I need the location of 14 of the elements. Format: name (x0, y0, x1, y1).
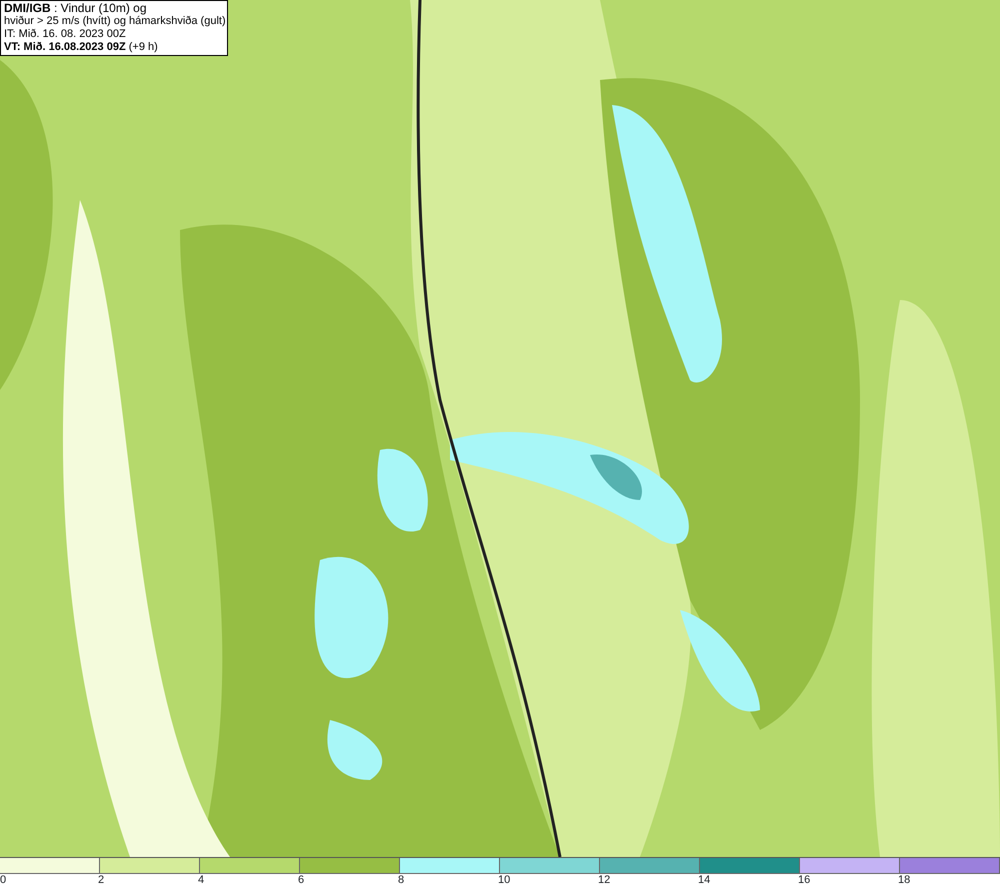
legend-label: 0 (0, 874, 6, 887)
title-line: IT: Mið. 16. 08. 2023 00Z (4, 28, 127, 41)
legend-label: 4 (198, 874, 204, 887)
legend-label: 2 (98, 874, 104, 887)
legend-label: 18 (898, 874, 910, 887)
title-line: VT: Mið. 16.08.2023 09Z (+9 h) (4, 41, 159, 54)
title-line: DMI/IGB : Vindur (10m) og (4, 2, 148, 15)
legend-label: 6 (298, 874, 304, 887)
legend-label: 8 (398, 874, 404, 887)
legend-label: 12 (598, 874, 610, 887)
title-line: hviður > 25 m/s (hvítt) og hámarkshviða (gult) (4, 15, 224, 28)
legend-label: 16 (798, 874, 810, 887)
legend-label: 10 (498, 874, 510, 887)
legend-label: 14 (698, 874, 710, 887)
